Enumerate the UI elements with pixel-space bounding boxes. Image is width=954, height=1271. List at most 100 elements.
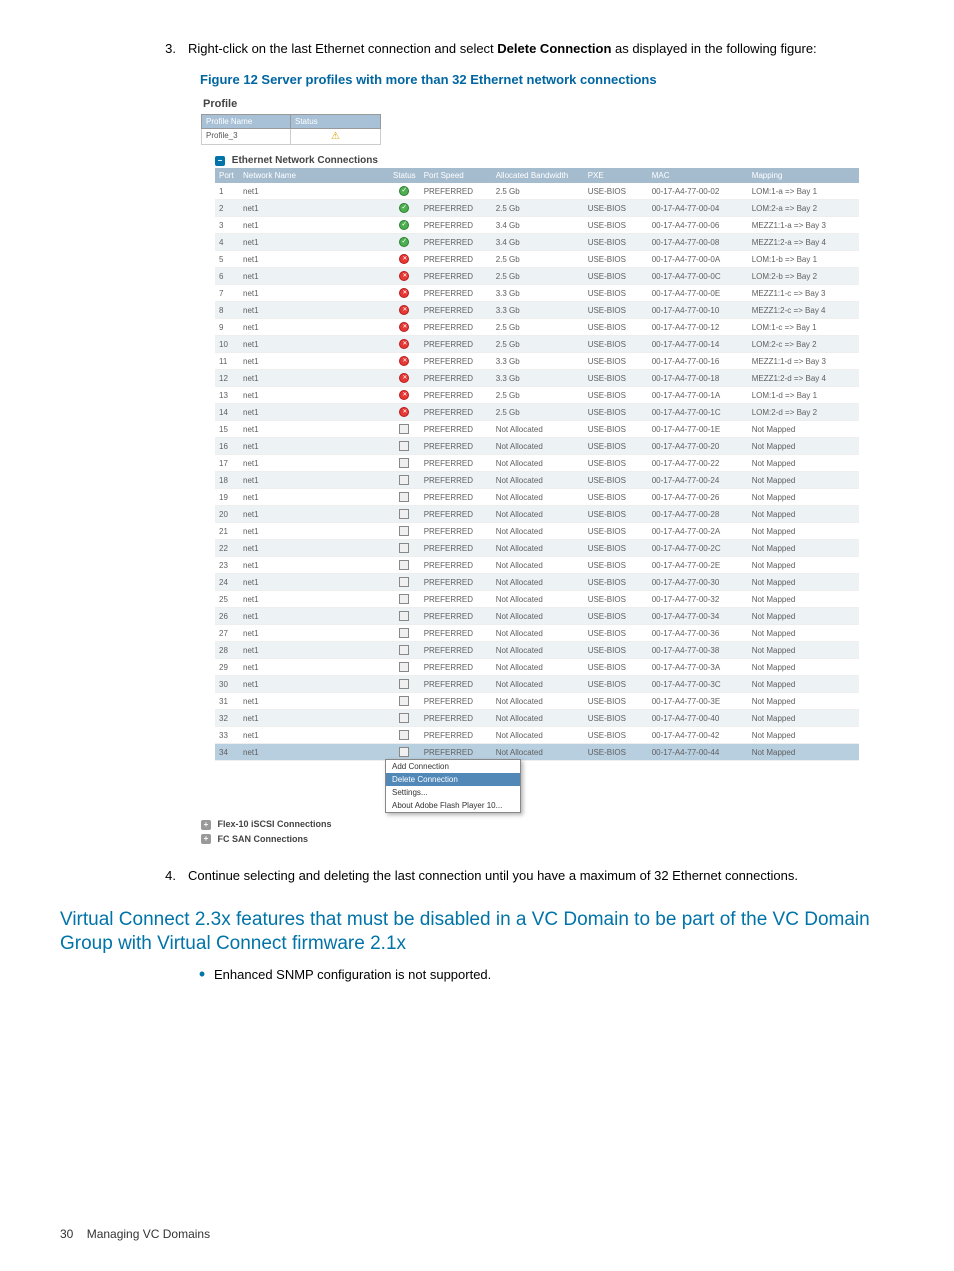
cell-port: 17 xyxy=(215,455,239,472)
cell-pxe: USE-BIOS xyxy=(584,591,648,608)
table-row[interactable]: 20net1PREFERREDNot AllocatedUSE-BIOS00-1… xyxy=(215,506,859,523)
table-row[interactable]: 4net1PREFERRED3.4 GbUSE-BIOS00-17-A4-77-… xyxy=(215,234,859,251)
table-row[interactable]: 11net1PREFERRED3.3 GbUSE-BIOS00-17-A4-77… xyxy=(215,353,859,370)
collapse-icon[interactable]: + xyxy=(201,820,211,830)
table-row[interactable]: 1net1PREFERRED2.5 GbUSE-BIOS00-17-A4-77-… xyxy=(215,183,859,200)
table-row[interactable]: 34net1PREFERREDNot AllocatedUSE-BIOS00-1… xyxy=(215,744,859,761)
cell-mac: 00-17-A4-77-00-16 xyxy=(648,353,748,370)
cell-pxe: USE-BIOS xyxy=(584,744,648,761)
status-none-icon xyxy=(399,526,409,536)
table-row[interactable]: 21net1PREFERREDNot AllocatedUSE-BIOS00-1… xyxy=(215,523,859,540)
menu-about-flash[interactable]: About Adobe Flash Player 10... xyxy=(386,799,520,812)
cell-mapping: Not Mapped xyxy=(748,540,859,557)
table-row[interactable]: 22net1PREFERREDNot AllocatedUSE-BIOS00-1… xyxy=(215,540,859,557)
cell-bandwidth: 2.5 Gb xyxy=(492,183,584,200)
cell-network: net1 xyxy=(239,336,389,353)
cell-pxe: USE-BIOS xyxy=(584,302,648,319)
table-row[interactable]: 7net1PREFERRED3.3 GbUSE-BIOS00-17-A4-77-… xyxy=(215,285,859,302)
cell-mac: 00-17-A4-77-00-2E xyxy=(648,557,748,574)
cell-mac: 00-17-A4-77-00-04 xyxy=(648,200,748,217)
table-row[interactable]: 31net1PREFERREDNot AllocatedUSE-BIOS00-1… xyxy=(215,693,859,710)
cell-mac: 00-17-A4-77-00-26 xyxy=(648,489,748,506)
cell-bandwidth: Not Allocated xyxy=(492,438,584,455)
cell-network: net1 xyxy=(239,574,389,591)
table-row[interactable]: 26net1PREFERREDNot AllocatedUSE-BIOS00-1… xyxy=(215,608,859,625)
status-ok-icon xyxy=(399,220,409,230)
cell-speed: PREFERRED xyxy=(420,404,492,421)
cell-bandwidth: Not Allocated xyxy=(492,472,584,489)
cell-status xyxy=(389,251,420,268)
menu-add-connection[interactable]: Add Connection xyxy=(386,760,520,773)
table-row[interactable]: 9net1PREFERRED2.5 GbUSE-BIOS00-17-A4-77-… xyxy=(215,319,859,336)
table-row[interactable]: 16net1PREFERREDNot AllocatedUSE-BIOS00-1… xyxy=(215,438,859,455)
cell-port: 18 xyxy=(215,472,239,489)
cell-status xyxy=(389,404,420,421)
table-row[interactable]: 13net1PREFERRED2.5 GbUSE-BIOS00-17-A4-77… xyxy=(215,387,859,404)
cell-bandwidth: Not Allocated xyxy=(492,608,584,625)
cell-mapping: MEZZ1:1-c => Bay 3 xyxy=(748,285,859,302)
table-row[interactable]: 30net1PREFERREDNot AllocatedUSE-BIOS00-1… xyxy=(215,676,859,693)
cell-bandwidth: Not Allocated xyxy=(492,540,584,557)
cell-speed: PREFERRED xyxy=(420,285,492,302)
cell-pxe: USE-BIOS xyxy=(584,285,648,302)
flex-section: Flex-10 iSCSI Connections xyxy=(218,819,332,829)
cell-pxe: USE-BIOS xyxy=(584,319,648,336)
cell-pxe: USE-BIOS xyxy=(584,268,648,285)
cell-status xyxy=(389,676,420,693)
cell-bandwidth: 3.3 Gb xyxy=(492,353,584,370)
cell-speed: PREFERRED xyxy=(420,183,492,200)
table-row[interactable]: 5net1PREFERRED2.5 GbUSE-BIOS00-17-A4-77-… xyxy=(215,251,859,268)
table-row[interactable]: 2net1PREFERRED2.5 GbUSE-BIOS00-17-A4-77-… xyxy=(215,200,859,217)
cell-network: net1 xyxy=(239,642,389,659)
cell-speed: PREFERRED xyxy=(420,540,492,557)
table-row[interactable]: 10net1PREFERRED2.5 GbUSE-BIOS00-17-A4-77… xyxy=(215,336,859,353)
table-row[interactable]: 25net1PREFERREDNot AllocatedUSE-BIOS00-1… xyxy=(215,591,859,608)
cell-pxe: USE-BIOS xyxy=(584,574,648,591)
cell-network: net1 xyxy=(239,727,389,744)
col-status: Status xyxy=(389,168,420,183)
cell-mac: 00-17-A4-77-00-40 xyxy=(648,710,748,727)
expand-icon[interactable]: − xyxy=(215,156,225,166)
status-error-icon xyxy=(399,356,409,366)
table-row[interactable]: 15net1PREFERREDNot AllocatedUSE-BIOS00-1… xyxy=(215,421,859,438)
table-row[interactable]: 19net1PREFERREDNot AllocatedUSE-BIOS00-1… xyxy=(215,489,859,506)
cell-speed: PREFERRED xyxy=(420,710,492,727)
table-row[interactable]: 6net1PREFERRED2.5 GbUSE-BIOS00-17-A4-77-… xyxy=(215,268,859,285)
cell-status xyxy=(389,336,420,353)
cell-mapping: Not Mapped xyxy=(748,727,859,744)
table-row[interactable]: 17net1PREFERREDNot AllocatedUSE-BIOS00-1… xyxy=(215,455,859,472)
cell-mac: 00-17-A4-77-00-08 xyxy=(648,234,748,251)
cell-port: 1 xyxy=(215,183,239,200)
cell-port: 15 xyxy=(215,421,239,438)
table-row[interactable]: 8net1PREFERRED3.3 GbUSE-BIOS00-17-A4-77-… xyxy=(215,302,859,319)
cell-network: net1 xyxy=(239,234,389,251)
status-none-icon xyxy=(399,543,409,553)
cell-pxe: USE-BIOS xyxy=(584,183,648,200)
collapse-icon[interactable]: + xyxy=(201,834,211,844)
cell-network: net1 xyxy=(239,200,389,217)
table-row[interactable]: 12net1PREFERRED3.3 GbUSE-BIOS00-17-A4-77… xyxy=(215,370,859,387)
table-row[interactable]: 23net1PREFERREDNot AllocatedUSE-BIOS00-1… xyxy=(215,557,859,574)
table-row[interactable]: 33net1PREFERREDNot AllocatedUSE-BIOS00-1… xyxy=(215,727,859,744)
ethernet-section-title: Ethernet Network Connections xyxy=(232,155,378,166)
table-row[interactable]: 28net1PREFERREDNot AllocatedUSE-BIOS00-1… xyxy=(215,642,859,659)
cell-status xyxy=(389,183,420,200)
table-row[interactable]: 14net1PREFERRED2.5 GbUSE-BIOS00-17-A4-77… xyxy=(215,404,859,421)
cell-pxe: USE-BIOS xyxy=(584,370,648,387)
cell-status xyxy=(389,744,420,761)
table-row[interactable]: 18net1PREFERREDNot AllocatedUSE-BIOS00-1… xyxy=(215,472,859,489)
table-row[interactable]: 27net1PREFERREDNot AllocatedUSE-BIOS00-1… xyxy=(215,625,859,642)
cell-port: 8 xyxy=(215,302,239,319)
status-none-icon xyxy=(399,594,409,604)
col-port: Port xyxy=(215,168,239,183)
table-row[interactable]: 3net1PREFERRED3.4 GbUSE-BIOS00-17-A4-77-… xyxy=(215,217,859,234)
menu-settings[interactable]: Settings... xyxy=(386,786,520,799)
cell-port: 2 xyxy=(215,200,239,217)
table-row[interactable]: 29net1PREFERREDNot AllocatedUSE-BIOS00-1… xyxy=(215,659,859,676)
menu-delete-connection[interactable]: Delete Connection xyxy=(386,773,520,786)
cell-mac: 00-17-A4-77-00-18 xyxy=(648,370,748,387)
profile-name-value: Profile_3 xyxy=(201,129,291,145)
table-row[interactable]: 32net1PREFERREDNot AllocatedUSE-BIOS00-1… xyxy=(215,710,859,727)
cell-mapping: Not Mapped xyxy=(748,557,859,574)
table-row[interactable]: 24net1PREFERREDNot AllocatedUSE-BIOS00-1… xyxy=(215,574,859,591)
